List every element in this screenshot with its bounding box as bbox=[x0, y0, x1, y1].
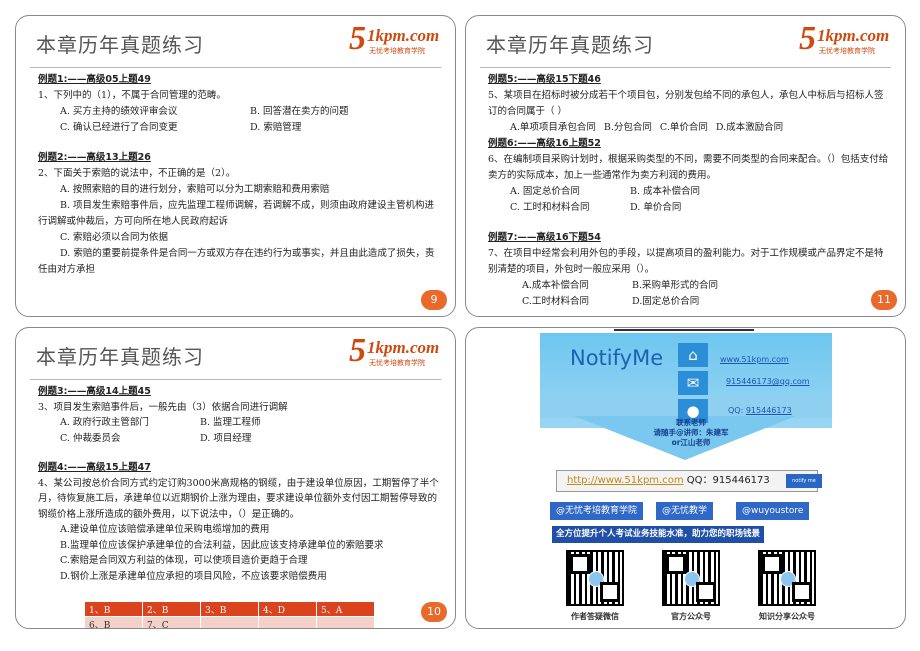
option: B. 成本补偿合同 bbox=[630, 186, 701, 197]
option: D. 索赔的重要前提条件是合同一方或双方存在违约行为或事实，并且由此造成了损失，… bbox=[38, 248, 435, 275]
option: B. 监理工程师 bbox=[200, 417, 261, 428]
question-heading: 例题5:——高级15下题46 bbox=[488, 74, 601, 85]
question-heading: 例题3:——高级14上题45 bbox=[38, 386, 151, 397]
url-link[interactable]: http://www.51kpm.com bbox=[567, 475, 684, 486]
option: A.建设单位应该赔偿承建单位采购电缆增加的费用 bbox=[60, 524, 270, 535]
option: D.钢价上涨是承建单位应承担的项目风险，不应该要求赔偿费用 bbox=[60, 570, 327, 582]
option: D.固定总价合同 bbox=[632, 296, 700, 307]
answer-cell bbox=[316, 616, 375, 628]
qr-caption: 作者答疑微信 bbox=[571, 612, 619, 621]
option: C. 仲裁委员会 bbox=[60, 432, 121, 444]
qr-code-official bbox=[662, 550, 720, 606]
option: A. 固定总价合同 bbox=[510, 186, 580, 197]
slide-page-11: 本章历年真题练习 5 1kpm.com 无忧考培教育学院 例题5:——高级15下… bbox=[465, 15, 906, 317]
question-heading: 例题2:——高级13上题26 bbox=[38, 152, 151, 163]
option: A.成本补偿合同 bbox=[522, 280, 589, 291]
slide-title: 本章历年真题练习 bbox=[486, 33, 654, 57]
question-stem: 2、下面关于索赔的说法中，不正确的是（2）。 bbox=[38, 168, 236, 179]
option: A.单项项目承包合同 bbox=[510, 122, 596, 133]
option: D. 索赔管理 bbox=[250, 122, 302, 133]
logo: 5 1kpm.com 无忧考培教育学院 bbox=[349, 332, 440, 369]
tag-teaching[interactable]: @无忧教学 bbox=[656, 502, 714, 520]
answer-cell: 2、B bbox=[142, 601, 201, 617]
ad-title: NotifyMe bbox=[570, 346, 664, 370]
slide-notifyme-ad: NotifyMe ⌂ ✉ ● www.51kpm.com 915446173@q… bbox=[465, 327, 906, 629]
question-stem: 1、下列中的（1），不属于合同管理的范畴。 bbox=[38, 90, 226, 101]
tag-college[interactable]: @无忧考培教育学院 bbox=[550, 502, 644, 520]
option: D.成本激励合同 bbox=[715, 122, 784, 133]
slide-page-10: 本章历年真题练习 5 1kpm.com 无忧考培教育学院 例题3:——高级14上… bbox=[15, 327, 456, 629]
notify-me-button[interactable]: notify me bbox=[786, 474, 822, 488]
answer-cell: 6、B bbox=[84, 616, 143, 628]
contact-bar: http://www.51kpm.com QQ：915446173 bbox=[556, 470, 818, 492]
slide-page-9: 本章历年真题练习 5 1kpm.com 无忧考培教育学院 例题1:——高级05上… bbox=[15, 15, 456, 317]
option: C. 索赔必须以合同为依据 bbox=[60, 232, 168, 243]
question-stem: 3、项目发生索赔事件后，一般先由（3）依据合同进行调解 bbox=[38, 401, 288, 413]
option: A. 政府行政主管部门 bbox=[60, 417, 149, 428]
qr-code-knowledge bbox=[758, 550, 816, 606]
qr-caption: 官方公众号 bbox=[671, 612, 711, 621]
tag-store[interactable]: @wuyoustore bbox=[736, 502, 810, 520]
option: C. 工时和材料合同 bbox=[510, 202, 590, 213]
logo: 5 1kpm.com 无忧考培教育学院 bbox=[799, 20, 890, 57]
home-icon: ⌂ bbox=[678, 343, 708, 367]
page-number: 9 bbox=[421, 290, 447, 310]
option: C.单价合同 bbox=[659, 122, 708, 133]
qr-caption: 知识分享公众号 bbox=[759, 612, 815, 621]
question-stem: 6、在编制项目采购计划时，根据采购类型的不同，需要不同类型的合同来配合。（）包括… bbox=[488, 154, 889, 181]
option: D. 单价合同 bbox=[630, 202, 682, 213]
divider bbox=[614, 329, 754, 331]
answer-table: 1、B 2、B 3、B 4、D 5、A 6、B 7、C bbox=[84, 601, 375, 628]
option: B.采购单形式的合同 bbox=[632, 280, 719, 291]
divider bbox=[30, 67, 441, 68]
question-heading: 例题6:——高级16上题52 bbox=[488, 138, 601, 149]
slogan-banner: 全方位提升个人考试业务技能水准，助力您的职场钱景 bbox=[552, 526, 764, 543]
question-heading: 例题4:——高级15上题47 bbox=[38, 462, 151, 473]
option: C. 确认已经进行了合同变更 bbox=[60, 122, 178, 133]
email-link[interactable]: 915446173@qq.com bbox=[726, 377, 810, 386]
answer-cell bbox=[258, 616, 317, 628]
answer-cell bbox=[200, 616, 259, 628]
answer-cell: 1、B bbox=[84, 601, 143, 617]
teacher-contact: 联系老师 请随手@讲师：朱建军 or江山老师 bbox=[653, 418, 729, 447]
option: C.索赔是合同双方利益的体现，可以使项目造价更趋于合理 bbox=[60, 555, 308, 566]
question-stem: 5、某项目在招标时被分成若干个项目包，分别发包给不同的承包人，承包人中标后与招标… bbox=[488, 90, 884, 117]
option: B. 项目发生索赔事件后，应先监理工程师调解，若调解不成，则须由政府建设主管机构… bbox=[38, 200, 435, 227]
divider bbox=[480, 67, 891, 68]
divider bbox=[30, 379, 441, 380]
option: A. 按照索赔的目的进行划分，索赔可以分为工期索赔和费用索赔 bbox=[60, 184, 330, 195]
page-number: 11 bbox=[871, 290, 897, 310]
answer-cell: 3、B bbox=[200, 601, 259, 617]
website-link[interactable]: www.51kpm.com bbox=[720, 355, 789, 364]
answer-cell: 5、A bbox=[316, 601, 375, 617]
question-stem: 7、在项目中经常会利用外包的手段，以提高项目的盈利能力。对于工作规模或产品界定不… bbox=[488, 248, 884, 275]
option: B.监理单位应该保护承建单位的合法利益，因此应该支持承建单位的索赔要求 bbox=[60, 539, 384, 551]
question-heading: 例题1:——高级05上题49 bbox=[38, 74, 151, 85]
slide-title: 本章历年真题练习 bbox=[36, 345, 204, 369]
option: A. 买方主持的绩效评审会议 bbox=[60, 106, 178, 117]
answer-cell: 4、D bbox=[258, 601, 317, 617]
slide-title: 本章历年真题练习 bbox=[36, 33, 204, 57]
question-heading: 例题7:——高级16下题54 bbox=[488, 232, 601, 243]
answer-cell: 7、C bbox=[142, 616, 201, 628]
qq-label: QQ: 915446173 bbox=[728, 406, 792, 415]
qq-number: QQ：915446173 bbox=[686, 475, 770, 486]
page-number: 10 bbox=[421, 602, 447, 622]
option: B.分包合同 bbox=[603, 122, 652, 133]
option: C.工时材料合同 bbox=[522, 296, 589, 307]
option: D. 项目经理 bbox=[200, 432, 252, 444]
option: B. 回答潜在卖方的问题 bbox=[250, 106, 349, 117]
mail-icon: ✉ bbox=[678, 371, 708, 395]
logo: 5 1kpm.com 无忧考培教育学院 bbox=[349, 20, 440, 57]
question-stem: 4、某公司按总价合同方式约定订购3000米高规格的钢缆，由于建设单位原因，工期暂… bbox=[38, 477, 439, 520]
qr-code-author bbox=[566, 550, 624, 606]
